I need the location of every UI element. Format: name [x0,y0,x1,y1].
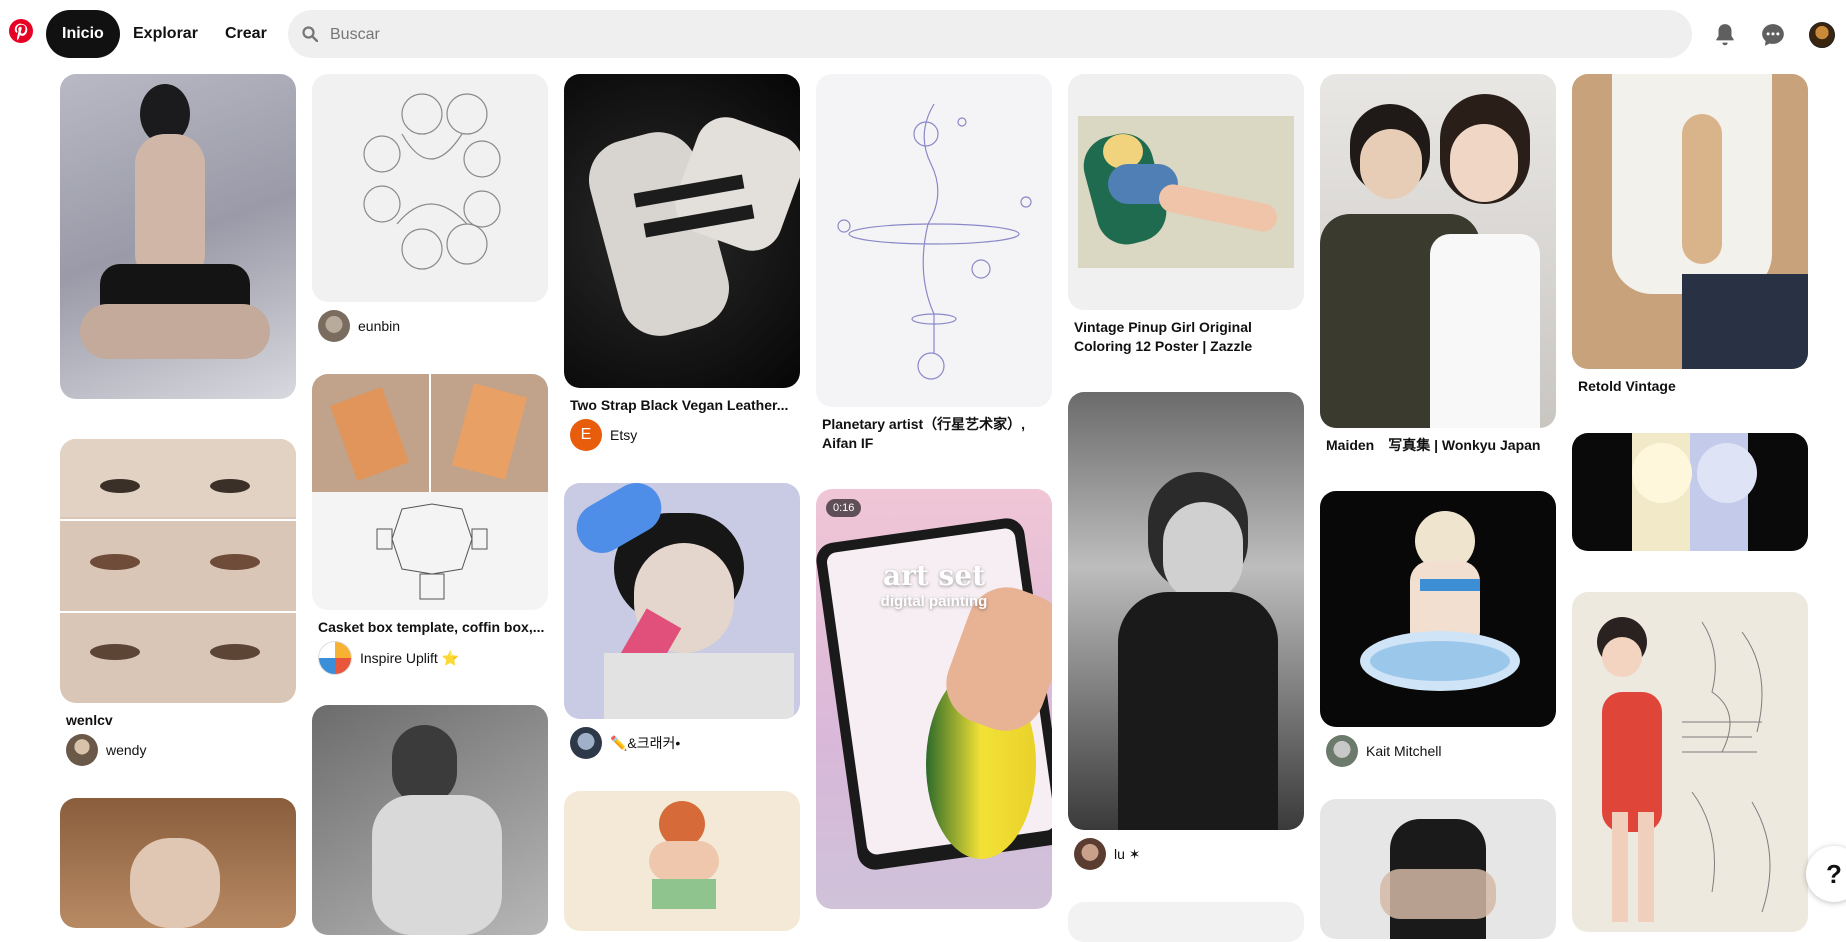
bell-icon[interactable] [1712,22,1738,48]
avatar [1326,735,1358,767]
author-name: Kait Mitchell [1366,743,1442,759]
chat-bubble-icon[interactable] [1760,22,1786,48]
pin-image[interactable] [1572,433,1808,551]
nav-create-tab[interactable]: Crear [209,10,283,58]
pin-image[interactable] [312,705,548,935]
avatar [1074,838,1106,870]
pin-author[interactable]: Kait Mitchell [1326,735,1441,767]
pin-title[interactable]: Vintage Pinup Girl Original Coloring 12 … [1074,318,1294,356]
search-icon [302,26,318,42]
video-overlay-title: art set [882,559,986,592]
top-bar: Inicio Explorar Crear [0,0,1846,72]
pin-image[interactable] [1572,592,1808,932]
avatar [318,310,350,342]
pin-image[interactable] [60,74,296,399]
pin-image[interactable] [312,374,548,610]
author-name: Etsy [610,427,638,443]
pin-author[interactable]: wendy [66,734,146,766]
avatar [66,734,98,766]
pin-author[interactable]: Inspire Uplift ⭐ [318,641,459,675]
pin-image[interactable] [816,74,1052,407]
pin-image[interactable] [1320,799,1556,939]
nav-explore-tab[interactable]: Explorar [117,10,214,58]
pin-image[interactable] [1068,902,1304,942]
author-name: eunbin [358,318,401,334]
pin-author[interactable]: E Etsy [570,419,637,451]
video-duration-badge: 0:16 [826,499,862,517]
avatar [318,641,352,675]
video-overlay-subtitle: digital painting [880,593,988,610]
pin-image[interactable] [1068,392,1304,830]
pin-image[interactable] [564,791,800,931]
profile-avatar[interactable] [1809,22,1835,48]
pin-author[interactable]: lu ✶ [1074,838,1141,870]
pin-author[interactable]: eunbin [318,310,400,342]
pin-video[interactable]: 0:16 art set digital painting [816,489,1052,909]
pin-title[interactable]: Casket box template, coffin box,... [318,618,544,637]
pinterest-logo-icon[interactable] [9,19,33,43]
pin-title[interactable]: wenlcv [66,711,113,730]
pin-image[interactable] [564,483,800,719]
pin-title[interactable]: Retold Vintage [1578,377,1676,396]
pin-title[interactable]: Maiden 写真集 | Wonkyu Japan [1326,436,1540,455]
author-name: lu ✶ [1114,845,1141,862]
pin-image[interactable] [60,439,296,703]
pin-author[interactable]: ✏️&크래커• [570,727,680,759]
pin-title[interactable]: Two Strap Black Vegan Leather... [570,396,788,415]
author-name: ✏️&크래커• [610,735,681,751]
search-bar[interactable] [288,10,1692,60]
pin-image[interactable] [1320,74,1556,428]
avatar: E [570,419,602,451]
pin-image[interactable] [1068,74,1304,310]
pin-image[interactable] [60,798,296,928]
pin-image[interactable] [1320,491,1556,727]
pin-image[interactable] [1572,74,1808,369]
pin-image[interactable] [312,74,548,302]
pin-image[interactable] [564,74,800,388]
search-input[interactable] [328,10,1672,60]
avatar [570,727,602,759]
nav-home-tab[interactable]: Inicio [46,10,120,58]
help-button[interactable]: ? [1806,846,1846,902]
pin-title[interactable]: Planetary artist（行星艺术家）, Aifan IF [822,415,1042,453]
author-name: Inspire Uplift ⭐ [360,649,460,666]
author-name: wendy [106,742,147,758]
